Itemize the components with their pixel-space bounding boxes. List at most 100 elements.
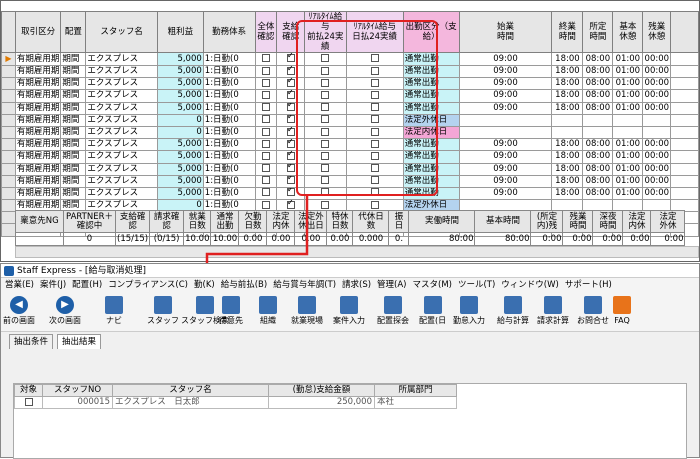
grid-header[interactable]: 終業 時間 bbox=[551, 11, 584, 53]
cell-kihon-time[interactable]: 01:00 bbox=[612, 150, 644, 164]
cell-start-time[interactable]: 09:00 bbox=[458, 77, 553, 91]
cell-staff-name[interactable]: エクスプレス bbox=[85, 138, 159, 152]
menu-item[interactable]: 給与前払(B) bbox=[221, 280, 267, 290]
cell-haichi[interactable]: 期間 bbox=[60, 174, 87, 188]
cell-work-pattern[interactable]: 1:日勤(0 bbox=[202, 64, 256, 79]
cell-haichi[interactable]: 期間 bbox=[60, 113, 87, 127]
menu-item[interactable]: サポート(H) bbox=[565, 280, 612, 290]
cell-shotei-time[interactable] bbox=[582, 125, 614, 140]
checkbox[interactable] bbox=[261, 103, 270, 112]
result-header[interactable]: スタッフNO bbox=[42, 384, 113, 397]
toolbar-button[interactable]: 得意先 bbox=[219, 294, 243, 326]
checkbox[interactable] bbox=[286, 103, 295, 112]
cell-shotei-time[interactable]: 08:00 bbox=[582, 174, 614, 188]
cell-end-time[interactable]: 18:00 bbox=[551, 150, 584, 164]
checkbox[interactable] bbox=[286, 127, 295, 136]
cell-kihon-time[interactable]: 01:00 bbox=[612, 101, 644, 115]
cell-kihon-time[interactable] bbox=[612, 125, 644, 140]
cell-start-time[interactable]: 09:00 bbox=[458, 150, 553, 164]
toolbar-button[interactable]: 配置(日 bbox=[419, 294, 446, 326]
toolbar-button[interactable]: FAQ bbox=[613, 294, 631, 326]
grid-header[interactable]: 配置 bbox=[60, 11, 87, 53]
cell-haichi[interactable]: 期間 bbox=[60, 150, 87, 164]
row-indicator[interactable] bbox=[1, 125, 16, 140]
cell-zan-time[interactable]: 00:00 bbox=[642, 162, 672, 176]
row-indicator[interactable] bbox=[1, 211, 16, 225]
menu-item[interactable]: 勤(K) bbox=[194, 280, 215, 290]
cell-kihon-time[interactable]: 01:00 bbox=[612, 174, 644, 188]
toolbar-button[interactable]: 請求計算 bbox=[537, 294, 569, 326]
cell-start-time[interactable]: 09:00 bbox=[458, 101, 553, 115]
grid-header[interactable]: 始業 時間 bbox=[458, 11, 553, 53]
toolbar-button[interactable]: ナビ bbox=[105, 294, 123, 326]
cell-gross-profit[interactable]: 5,000 bbox=[157, 52, 204, 66]
cell-end-time[interactable]: 18:00 bbox=[551, 64, 584, 79]
tab-results[interactable]: 抽出結果 bbox=[57, 334, 102, 349]
cell-shotei-time[interactable] bbox=[582, 113, 614, 127]
cell-gross-profit[interactable]: 5,000 bbox=[157, 89, 204, 103]
checkbox[interactable] bbox=[286, 67, 295, 75]
checkbox[interactable] bbox=[261, 54, 270, 62]
checkbox[interactable] bbox=[286, 152, 295, 160]
cell-kihon-time[interactable]: 01:00 bbox=[612, 64, 644, 79]
cell-gross-profit[interactable]: 5,000 bbox=[157, 64, 204, 79]
cell-zan-time[interactable]: 00:00 bbox=[642, 101, 672, 115]
toolbar-button[interactable]: 組織 bbox=[259, 294, 277, 326]
cell-start-time[interactable]: 09:00 bbox=[458, 186, 553, 201]
result-header[interactable]: (勤怠)支給金額 bbox=[268, 384, 375, 397]
cell-kubun[interactable]: 有期雇用期 bbox=[14, 52, 62, 66]
cell-zan-time[interactable]: 00:00 bbox=[642, 138, 672, 152]
cell-zan-time[interactable]: 00:00 bbox=[642, 89, 672, 103]
checkbox[interactable] bbox=[261, 115, 270, 124]
toolbar-button[interactable]: 就業現場 bbox=[291, 294, 323, 326]
row-indicator[interactable] bbox=[1, 138, 16, 152]
toolbar-button[interactable]: ▶ 次の画面 bbox=[49, 294, 81, 326]
menu-item[interactable]: 案件(J) bbox=[40, 280, 66, 290]
cell-work-pattern[interactable]: 1:日勤(0 bbox=[202, 150, 256, 164]
cell-end-time[interactable]: 18:00 bbox=[551, 162, 584, 176]
checkbox[interactable] bbox=[286, 164, 295, 173]
cell-haichi[interactable]: 期間 bbox=[60, 101, 87, 115]
menu-item[interactable]: 給与賞与年調(T) bbox=[273, 280, 336, 290]
cell-kubun[interactable]: 有期雇用期 bbox=[14, 101, 62, 115]
row-indicator[interactable] bbox=[1, 101, 16, 115]
cell-haichi[interactable]: 期間 bbox=[60, 89, 87, 103]
checkbox[interactable] bbox=[261, 139, 270, 148]
result-row[interactable]: 000015 エクスプレス 日太郎 250,000 本社 bbox=[14, 396, 457, 409]
checkbox[interactable] bbox=[261, 164, 270, 173]
cell-start-time[interactable]: 09:00 bbox=[458, 138, 553, 152]
checkbox[interactable] bbox=[261, 176, 270, 185]
row-indicator[interactable] bbox=[1, 174, 16, 188]
row-indicator[interactable] bbox=[1, 150, 16, 164]
cell-start-time[interactable] bbox=[458, 125, 553, 140]
checkbox[interactable] bbox=[286, 176, 295, 185]
checkbox[interactable] bbox=[261, 78, 270, 87]
checkbox[interactable] bbox=[261, 66, 270, 75]
result-header[interactable]: 対象 bbox=[14, 384, 43, 397]
toolbar-button[interactable]: 給与計算 bbox=[497, 294, 529, 326]
cell-haichi[interactable]: 期間 bbox=[60, 77, 87, 91]
toolbar-button[interactable]: 勤怠入力 bbox=[453, 294, 485, 326]
cell-gross-profit[interactable]: 5,000 bbox=[157, 101, 204, 115]
cell-shotei-time[interactable]: 08:00 bbox=[582, 138, 614, 152]
checkbox[interactable] bbox=[24, 397, 33, 406]
cell-work-pattern[interactable]: 1:日勤(0 bbox=[202, 113, 256, 127]
cell-staff-name[interactable]: エクスプレス bbox=[85, 64, 159, 79]
cell-kubun[interactable]: 有期雇用期 bbox=[14, 125, 62, 140]
cell-staff-name[interactable]: エクスプレス bbox=[85, 174, 159, 188]
grid-header[interactable]: スタッフ名 bbox=[85, 11, 159, 53]
menu-item[interactable]: マスタ(M) bbox=[413, 280, 452, 290]
cell-shotei-time[interactable]: 08:00 bbox=[582, 77, 614, 91]
cell-kubun[interactable]: 有期雇用期 bbox=[14, 138, 62, 152]
cell-kihon-time[interactable]: 01:00 bbox=[612, 186, 644, 201]
menu-item[interactable]: 配置(H) bbox=[72, 280, 102, 290]
cell-staff-name[interactable]: エクスプレス bbox=[85, 52, 159, 66]
cell-start-time[interactable]: 09:00 bbox=[458, 89, 553, 103]
cell-staff-name[interactable]: エクスプレス bbox=[85, 162, 159, 176]
row-indicator[interactable]: ▶ bbox=[1, 52, 16, 66]
checkbox[interactable] bbox=[286, 79, 295, 87]
cell-kihon-time[interactable]: 01:00 bbox=[612, 89, 644, 103]
summary-scrollbar[interactable] bbox=[15, 246, 699, 258]
cell-kubun[interactable]: 有期雇用期 bbox=[14, 89, 62, 103]
cell-shotei-time[interactable]: 08:00 bbox=[582, 101, 614, 115]
